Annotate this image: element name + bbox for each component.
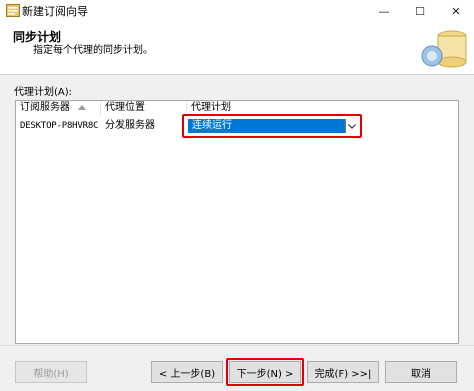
- finish-button[interactable]: 完成(F) >>|: [307, 361, 379, 383]
- page-subtitle: 指定每个代理的同步计划。: [33, 45, 153, 56]
- minimize-button[interactable]: —: [366, 0, 402, 22]
- table-row[interactable]: DESKTOP-P8HVR8C 分发服务器 连续运行: [16, 114, 458, 138]
- close-button[interactable]: ✕: [438, 0, 474, 22]
- database-wizard-icon: [421, 30, 467, 68]
- wizard-app-icon: [6, 4, 20, 17]
- window-title: 新建订阅向导: [22, 5, 88, 18]
- title-bar: 新建订阅向导 — ☐ ✕: [0, 0, 474, 22]
- dropdown-highlight-box: [182, 114, 362, 138]
- close-icon: ✕: [451, 4, 461, 18]
- wizard-footer: 帮助(H) < 上一步(B) 下一步(N) > 完成(F) >>| 取消: [0, 345, 474, 391]
- column-header-location[interactable]: 代理位置: [101, 101, 187, 116]
- back-button[interactable]: < 上一步(B): [151, 361, 223, 383]
- cancel-button[interactable]: 取消: [385, 361, 457, 383]
- column-header-subscriber[interactable]: 订阅服务器: [16, 101, 101, 116]
- maximize-button[interactable]: ☐: [402, 0, 438, 22]
- agent-schedule-label: 代理计划(A):: [14, 87, 73, 98]
- cell-location: 分发服务器: [105, 120, 155, 131]
- minimize-icon: —: [378, 4, 390, 18]
- maximize-icon: ☐: [415, 4, 425, 18]
- next-button-highlight-box: [226, 358, 304, 386]
- sort-ascending-icon: [78, 104, 86, 110]
- help-button[interactable]: 帮助(H): [15, 361, 87, 383]
- content-area: 代理计划(A): 订阅服务器 代理位置 代理计划 DESKTOP-P8HVR8C…: [0, 75, 474, 345]
- wizard-header: 同步计划 指定每个代理的同步计划。: [0, 22, 474, 75]
- cell-subscriber: DESKTOP-P8HVR8C: [20, 121, 99, 131]
- agent-schedule-grid[interactable]: 订阅服务器 代理位置 代理计划 DESKTOP-P8HVR8C 分发服务器 连续…: [15, 100, 459, 344]
